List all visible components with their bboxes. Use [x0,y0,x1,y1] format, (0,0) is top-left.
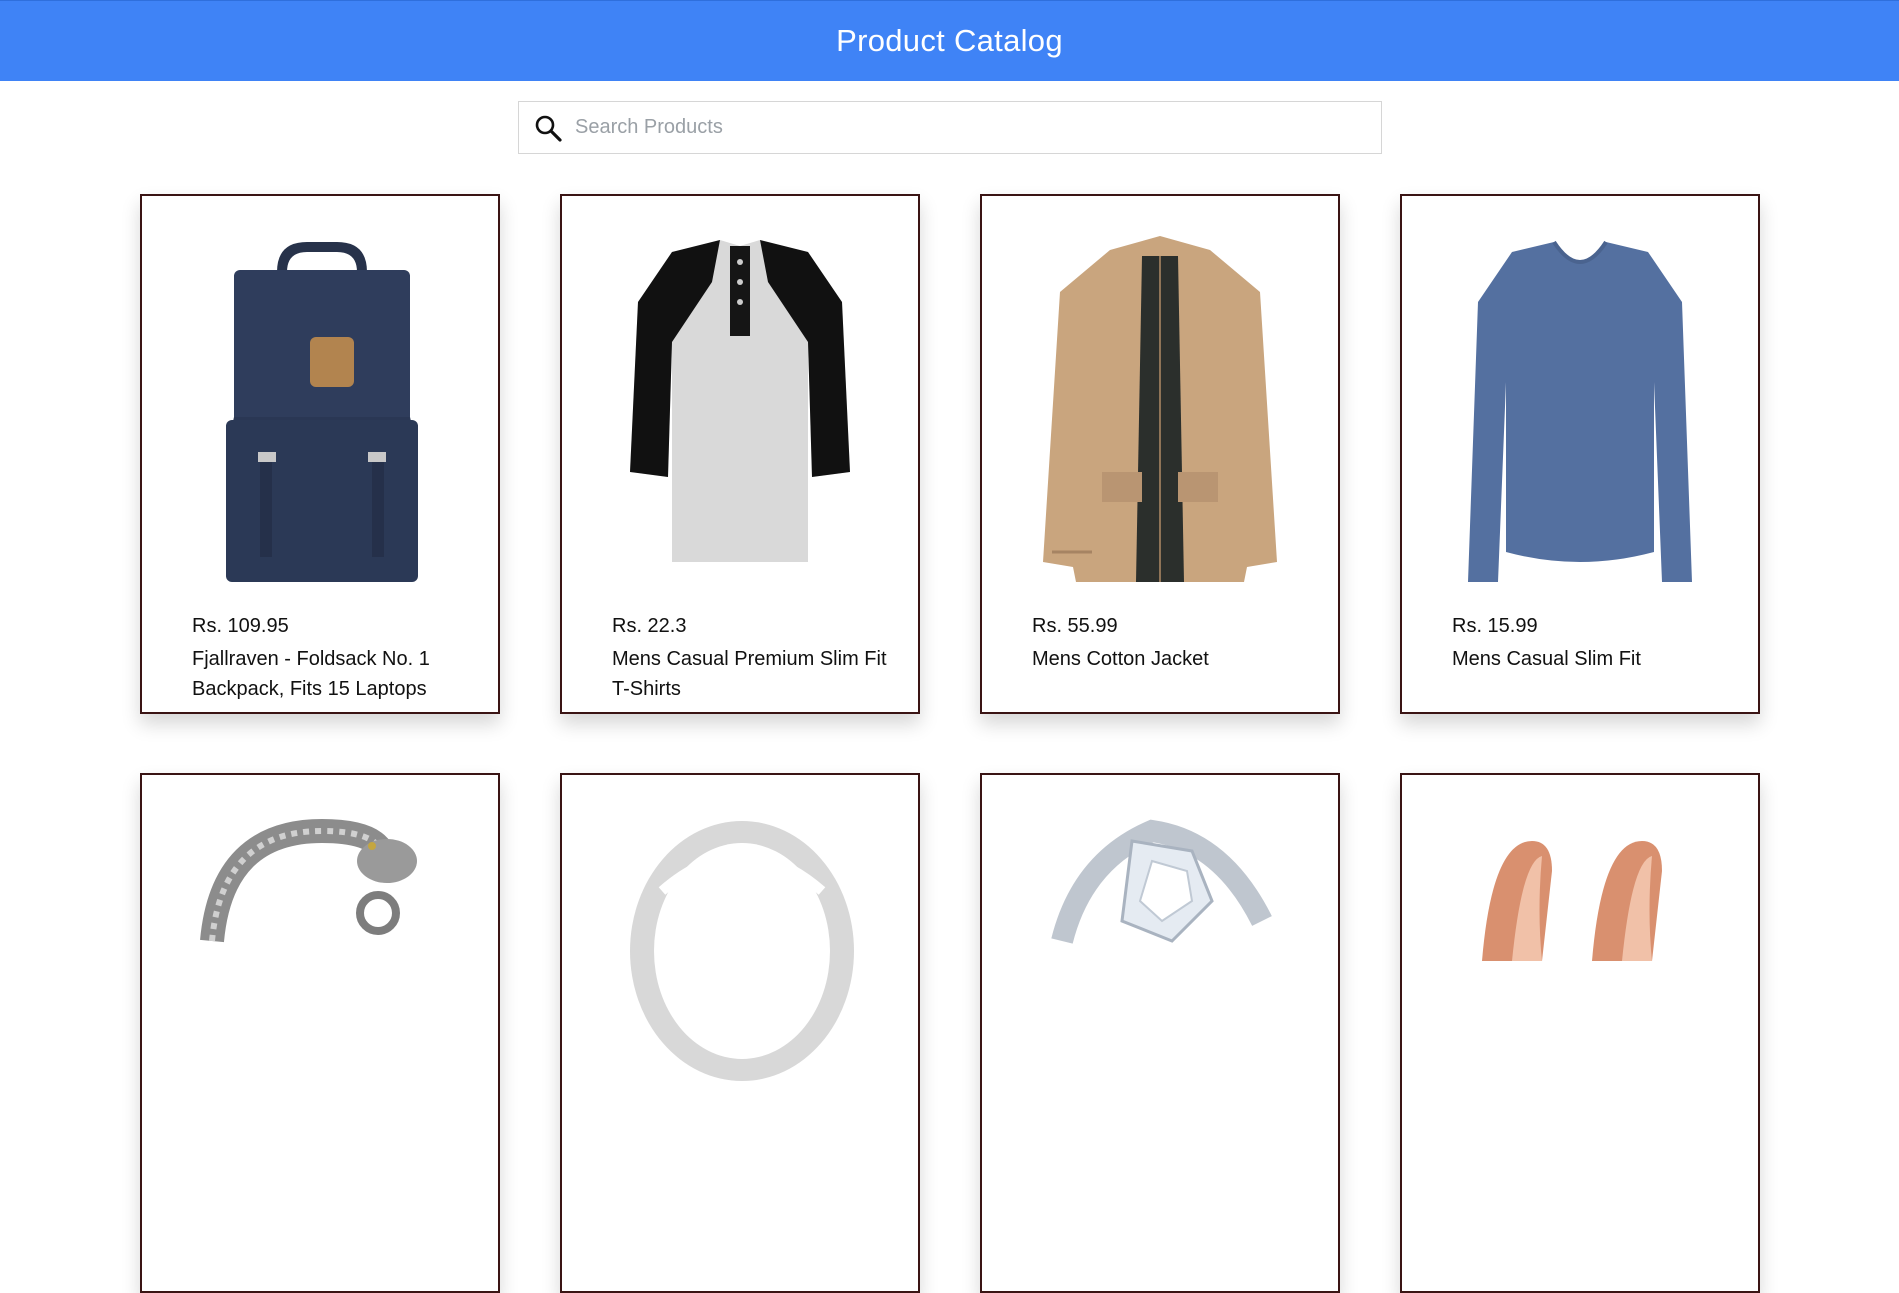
product-title: Mens Cotton Jacket [1032,648,1209,670]
product-card[interactable] [1400,773,1760,1293]
product-title: Mens Casual Slim Fit [1452,648,1641,670]
search-icon[interactable] [533,113,563,143]
product-image-silver-ring[interactable] [602,801,878,1181]
search-bar[interactable] [518,101,1382,154]
product-card[interactable] [140,773,500,1293]
product-image-long-sleeve-shirt[interactable] [1442,222,1718,602]
product-card[interactable] [980,773,1340,1293]
product-image-rose-gold-earrings[interactable] [1442,801,1718,1181]
product-title: Fjallraven - Foldsack No. 1 Backpack, Fi… [192,648,430,700]
product-card[interactable]: Rs. 55.99 Mens Cotton Jacket [980,194,1340,714]
search-input[interactable] [573,106,1381,149]
product-card[interactable]: Rs. 109.95 Fjallraven - Foldsack No. 1 B… [140,194,500,714]
product-price: Rs. 22.3 [612,615,687,637]
page-title: Product Catalog [836,23,1063,58]
product-image-dragon-bracelet[interactable] [182,801,458,1181]
product-price: Rs. 15.99 [1452,615,1538,637]
product-image-diamond-ring[interactable] [1022,801,1298,1181]
product-image-backpack[interactable] [182,222,458,602]
product-card[interactable]: Rs. 22.3 Mens Casual Premium Slim Fit T-… [560,194,920,714]
product-card[interactable] [560,773,920,1293]
product-image-raglan-tshirt[interactable] [602,222,878,602]
product-title: Mens Casual Premium Slim Fit T-Shirts [612,648,887,700]
product-card[interactable]: Rs. 15.99 Mens Casual Slim Fit [1400,194,1760,714]
product-image-cotton-jacket[interactable] [1022,222,1298,602]
product-price: Rs. 55.99 [1032,615,1118,637]
header-bar: Product Catalog [0,0,1899,81]
product-price: Rs. 109.95 [192,615,289,637]
